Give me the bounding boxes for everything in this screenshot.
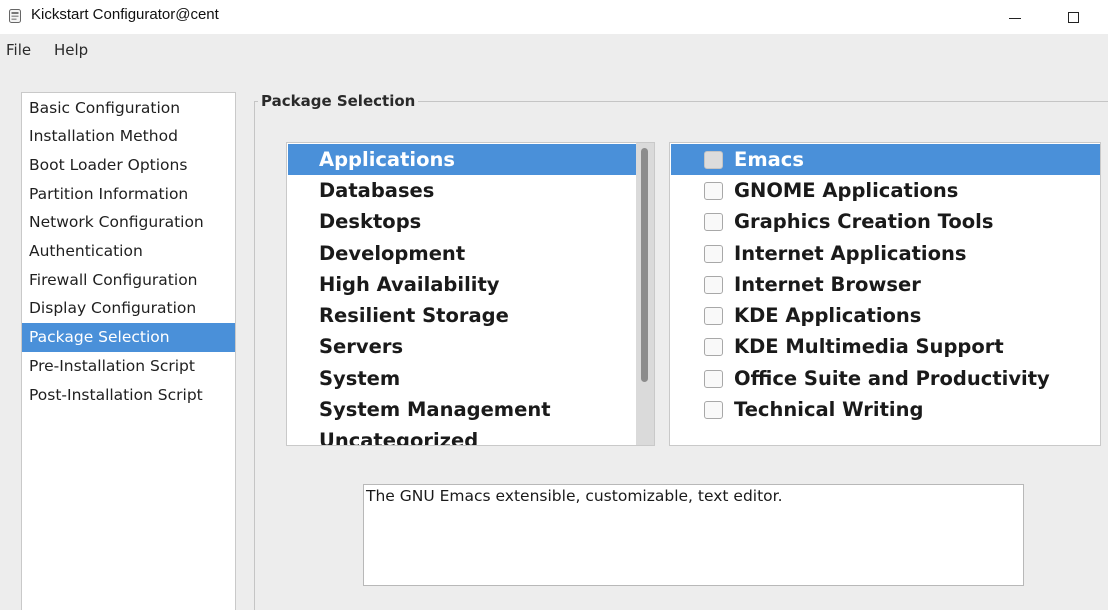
minimize-icon <box>1009 17 1021 19</box>
package-checkbox[interactable] <box>704 151 723 169</box>
sidebar-item-firewall-configuration[interactable]: Firewall Configuration <box>22 266 235 295</box>
sidebar-item-partition-information[interactable]: Partition Information <box>22 180 235 209</box>
package-checkbox[interactable] <box>704 338 723 356</box>
group-item-desktops[interactable]: Desktops <box>288 206 637 237</box>
package-label: KDE Multimedia Support <box>734 335 1004 358</box>
maximize-button[interactable] <box>1050 0 1096 34</box>
sidebar-item-pre-installation-script[interactable]: Pre-Installation Script <box>22 352 235 381</box>
group-list-scroll-thumb[interactable] <box>641 148 648 382</box>
package-checkbox[interactable] <box>704 276 723 294</box>
group-item-resilient-storage[interactable]: Resilient Storage <box>288 300 637 331</box>
sidebar-item-installation-method[interactable]: Installation Method <box>22 122 235 151</box>
package-item-gnome-applications[interactable]: GNOME Applications <box>671 175 1100 206</box>
package-group-list: Applications Databases Desktops Developm… <box>286 142 655 446</box>
package-item-technical-writing[interactable]: Technical Writing <box>671 394 1100 425</box>
package-label: Internet Browser <box>734 273 921 296</box>
frame-title: Package Selection <box>258 92 419 110</box>
sidebar-item-authentication[interactable]: Authentication <box>22 237 235 266</box>
title-bar: Kickstart Configurator@cent <box>0 0 1108 34</box>
package-label: Internet Applications <box>734 242 967 265</box>
group-item-databases[interactable]: Databases <box>288 175 637 206</box>
package-label: Emacs <box>734 148 804 171</box>
maximize-icon <box>1067 11 1079 23</box>
sidebar-item-post-installation-script[interactable]: Post-Installation Script <box>22 381 235 410</box>
menu-file[interactable]: File <box>6 41 31 59</box>
package-list: Emacs GNOME Applications Graphics Creati… <box>669 142 1101 446</box>
package-item-emacs[interactable]: Emacs <box>671 144 1100 175</box>
package-label: Technical Writing <box>734 398 924 421</box>
group-item-applications[interactable]: Applications <box>288 144 637 175</box>
sidebar-item-basic-configuration[interactable]: Basic Configuration <box>22 94 235 123</box>
group-item-system[interactable]: System <box>288 363 637 394</box>
package-checkbox[interactable] <box>704 401 723 419</box>
package-item-internet-applications[interactable]: Internet Applications <box>671 238 1100 269</box>
package-checkbox[interactable] <box>704 307 723 325</box>
menu-bar: File Help <box>0 34 1108 66</box>
package-item-kde-multimedia-support[interactable]: KDE Multimedia Support <box>671 331 1100 362</box>
package-item-kde-applications[interactable]: KDE Applications <box>671 300 1100 331</box>
sidebar-item-display-configuration[interactable]: Display Configuration <box>22 294 235 323</box>
package-description: The GNU Emacs extensible, customizable, … <box>363 484 1024 586</box>
group-item-uncategorized[interactable]: Uncategorized <box>288 425 637 445</box>
group-item-high-availability[interactable]: High Availability <box>288 269 637 300</box>
kickstart-app-icon <box>9 9 21 23</box>
group-item-servers[interactable]: Servers <box>288 331 637 362</box>
package-checkbox[interactable] <box>704 213 723 231</box>
sidebar-item-network-configuration[interactable]: Network Configuration <box>22 208 235 237</box>
minimize-button[interactable] <box>992 0 1038 34</box>
package-label: KDE Applications <box>734 304 922 327</box>
package-item-office-suite[interactable]: Office Suite and Productivity <box>671 363 1100 394</box>
group-item-development[interactable]: Development <box>288 238 637 269</box>
group-item-system-management[interactable]: System Management <box>288 394 637 425</box>
window-title: Kickstart Configurator@cent <box>31 6 219 23</box>
package-item-internet-browser[interactable]: Internet Browser <box>671 269 1100 300</box>
package-item-graphics-creation-tools[interactable]: Graphics Creation Tools <box>671 206 1100 237</box>
sidebar: Basic Configuration Installation Method … <box>21 92 236 610</box>
package-label: Office Suite and Productivity <box>734 367 1050 390</box>
package-label: Graphics Creation Tools <box>734 210 994 233</box>
package-checkbox[interactable] <box>704 370 723 388</box>
package-checkbox[interactable] <box>704 245 723 263</box>
menu-help[interactable]: Help <box>54 41 88 59</box>
package-label: GNOME Applications <box>734 179 959 202</box>
sidebar-item-package-selection[interactable]: Package Selection <box>22 323 235 352</box>
sidebar-item-boot-loader-options[interactable]: Boot Loader Options <box>22 151 235 180</box>
package-checkbox[interactable] <box>704 182 723 200</box>
